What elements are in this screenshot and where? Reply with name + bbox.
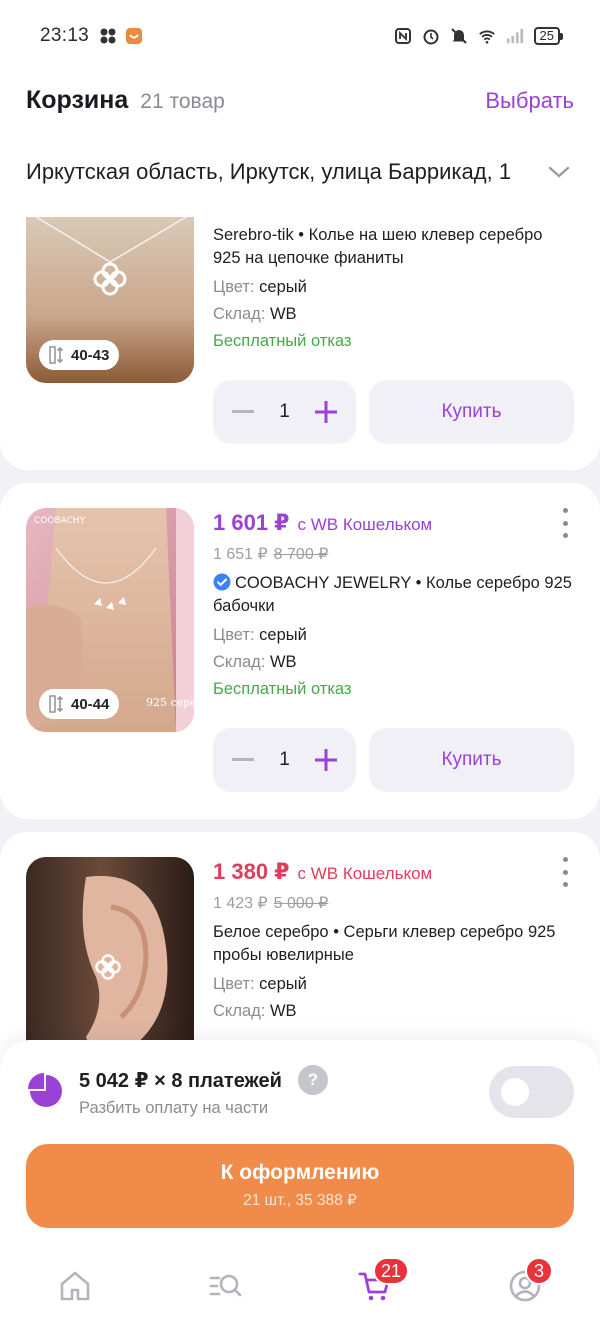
catalog-search-icon [209,1274,242,1296]
product-warehouse: Склад: WB [213,653,297,671]
quantity-stepper: 1 [213,380,356,444]
product-image[interactable]: 40-43 [26,217,194,383]
size-badge: 40-43 [39,340,120,370]
cart-items-list[interactable]: 40-43 Serebro-tik • Колье на шею клевер … [0,214,600,1064]
home-icon [60,1271,90,1300]
help-icon[interactable]: ? [298,1065,328,1095]
installments-amount: 5 042 ₽ × 8 платежей [79,1070,282,1092]
increase-button[interactable] [314,400,338,424]
installments-row: 5 042 ₽ × 8 платежей ? Разбить оплату на… [28,1065,574,1125]
signal-icon [506,27,524,45]
size-icon [49,695,64,713]
chevron-down-icon [544,157,574,187]
product-title[interactable]: Serebro-tik • Колье на шею клевер серебр… [213,224,574,270]
page-title: Корзина [26,86,129,114]
nfc-icon [394,27,412,45]
battery-indicator: 25 [533,27,564,45]
cart-item: 40-43 Serebro-tik • Колье на шею клевер … [0,214,600,470]
cart-header: Корзина 21 товар Выбрать Иркутская облас… [0,72,600,214]
size-icon [49,346,64,364]
delivery-address-selector[interactable]: Иркутская область, Иркутск, улица Баррик… [26,154,574,190]
free-return-label: Бесплатный отказ [213,332,352,350]
checkout-label: К оформлению [220,1161,380,1184]
select-button[interactable]: Выбрать [485,88,574,114]
delivery-address: Иркутская область, Иркутск, улица Баррик… [26,159,512,184]
free-return-label: Бесплатный отказ [213,680,352,698]
wifi-icon [478,27,496,45]
product-color: Цвет: серый [213,278,307,296]
app-grid-icon [99,27,117,45]
cart-item: 1 380 ₽ с WB Кошельком 1 423 ₽5 000 ₽ Бе… [0,832,600,1064]
installments-subtitle: Разбить оплату на части [79,1099,269,1117]
product-title[interactable]: Белое серебро • Серьги клевер серебро 92… [213,921,574,967]
increase-button[interactable] [314,748,338,772]
quantity-value: 1 [279,749,290,770]
status-bar: 23:13 25 [0,0,600,72]
buy-button[interactable]: Купить [369,728,574,792]
image-mark-text: 925 серебро [146,696,194,709]
cart-item: COOBACHY 925 серебро 40-44 1 601 ₽ с WB … [0,483,600,819]
tab-catalog[interactable] [150,1240,300,1331]
installments-toggle[interactable] [489,1066,574,1118]
size-badge: 40-44 [39,689,120,719]
product-image[interactable]: COOBACHY 925 серебро 40-44 [26,508,194,732]
profile-badge: 3 [525,1257,553,1285]
alarm-icon [422,27,440,45]
mute-icon [450,27,468,45]
quantity-stepper: 1 [213,728,356,792]
bottom-tab-bar: 21 3 [0,1240,600,1331]
buy-button[interactable]: Купить [369,380,574,444]
tab-cart[interactable]: 21 [300,1240,450,1331]
cart-badge: 21 [373,1257,410,1285]
checkout-summary: 21 шт., 35 388 ₽ [243,1192,357,1209]
old-prices: 1 651 ₽8 700 ₽ [213,546,329,563]
item-count: 21 товар [140,90,225,113]
decrease-button[interactable] [231,400,255,424]
decrease-button[interactable] [231,748,255,772]
product-image[interactable] [26,857,194,1064]
wallet-label: с WB Кошельком [297,864,433,883]
old-prices: 1 423 ₽5 000 ₽ [213,895,329,912]
image-brand-text: COOBACHY [34,516,86,526]
checkout-panel: 5 042 ₽ × 8 платежей ? Разбить оплату на… [0,1040,600,1240]
verified-check-icon [213,573,231,591]
tab-home[interactable] [0,1240,150,1331]
price: 1 380 ₽ [213,859,290,884]
status-time: 23:13 [40,25,90,46]
product-warehouse: Склад: WB [213,1002,297,1020]
price: 1 601 ₽ [213,510,290,535]
product-title[interactable]: COOBACHY JEWELRY • Колье серебро 925 баб… [213,572,574,618]
pie-chart-icon [28,1073,62,1107]
product-color: Цвет: серый [213,626,307,644]
tab-profile[interactable]: 3 [450,1240,600,1331]
product-warehouse: Склад: WB [213,305,297,323]
wallet-label: с WB Кошельком [297,515,433,534]
checkout-button[interactable]: К оформлению 21 шт., 35 388 ₽ [26,1144,574,1228]
product-color: Цвет: серый [213,975,307,993]
quantity-value: 1 [279,401,290,422]
notification-app-icon [125,27,143,45]
